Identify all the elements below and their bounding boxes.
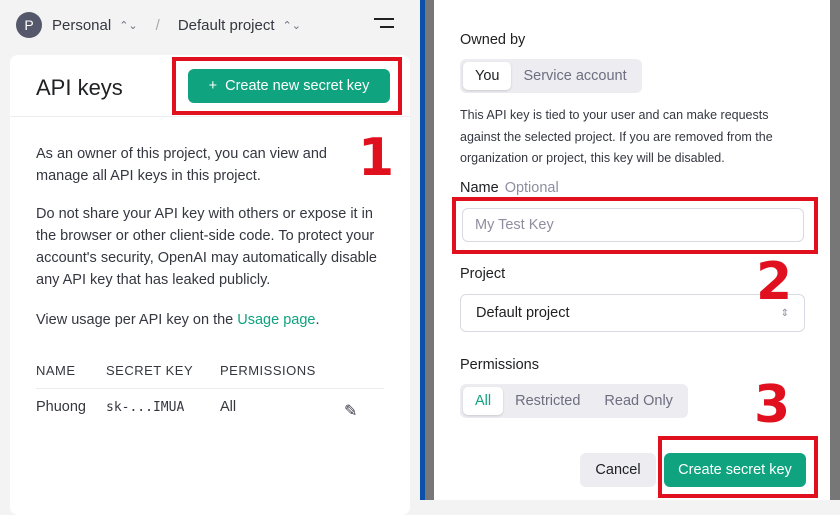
annotation-box-3 [658,436,818,498]
usage-text: View usage per API key on the [36,312,238,328]
edit-icon[interactable]: ✎ [344,401,357,421]
permission-option-all[interactable]: All [463,387,504,415]
owned-by-label: Owned by [460,32,526,48]
usage-page-link[interactable]: Usage page [237,312,315,328]
annotation-box-1 [172,57,402,115]
permissions-toggle: All Restricted Read Only [460,384,688,418]
optional-hint: Optional [504,180,559,196]
overlay-edge [830,0,840,500]
permission-option-read-only[interactable]: Read Only [592,387,685,415]
column-header-permissions: PERMISSIONS [220,363,316,378]
owner-description: This API key is tied to your user and ca… [460,108,773,165]
key-permissions: All [220,399,237,415]
table-row: Phuong sk-...IMUA All ✎ [36,389,384,425]
owner-option-service-account[interactable]: Service account [511,62,638,90]
owner-info: As an owner of this project, you can vie… [36,146,327,184]
name-label-text: Name [460,180,499,196]
owned-by-toggle: You Service account [460,59,642,93]
name-label: Name Optional [460,180,559,196]
breadcrumb-separator: / [155,16,160,34]
chevron-updown-icon[interactable]: ⌃⌄ [283,19,301,32]
annotation-number-2: 2 [756,252,793,312]
column-header-secret-key: SECRET KEY [106,363,194,378]
project-select[interactable]: Default project ⇕ [460,294,805,332]
annotation-box-2 [452,197,818,254]
page-title: API keys [36,75,123,100]
breadcrumb: P Personal ⌃⌄ / Default project ⌃⌄ [16,12,319,38]
project-switcher[interactable]: Default project [178,17,275,34]
owner-option-you[interactable]: You [463,62,512,90]
usage-info: View usage per API key on the Usage page… [36,309,381,331]
security-warning: Do not share your API key with others or… [36,206,377,288]
api-keys-card: API keys + Create new secret key As an ow… [10,55,410,515]
project-value: Default project [476,305,570,321]
overlay-edge [425,0,434,500]
permissions-label: Permissions [460,357,539,373]
key-name: Phuong [36,399,86,415]
annotation-number-3: 3 [754,375,791,435]
api-keys-table: NAME SECRET KEY PERMISSIONS Phuong sk-..… [36,363,384,425]
chevron-updown-icon[interactable]: ⌃⌄ [119,19,137,32]
usage-suffix: . [315,312,320,328]
column-header-name: NAME [36,363,76,378]
avatar[interactable]: P [16,12,42,38]
org-switcher[interactable]: Personal [52,17,111,34]
menu-icon[interactable] [374,18,394,34]
annotation-number-1: 1 [358,128,395,188]
cancel-button[interactable]: Cancel [580,453,656,487]
permission-option-restricted[interactable]: Restricted [503,387,592,415]
project-label: Project [460,266,506,282]
key-value: sk-...IMUA [106,399,185,415]
